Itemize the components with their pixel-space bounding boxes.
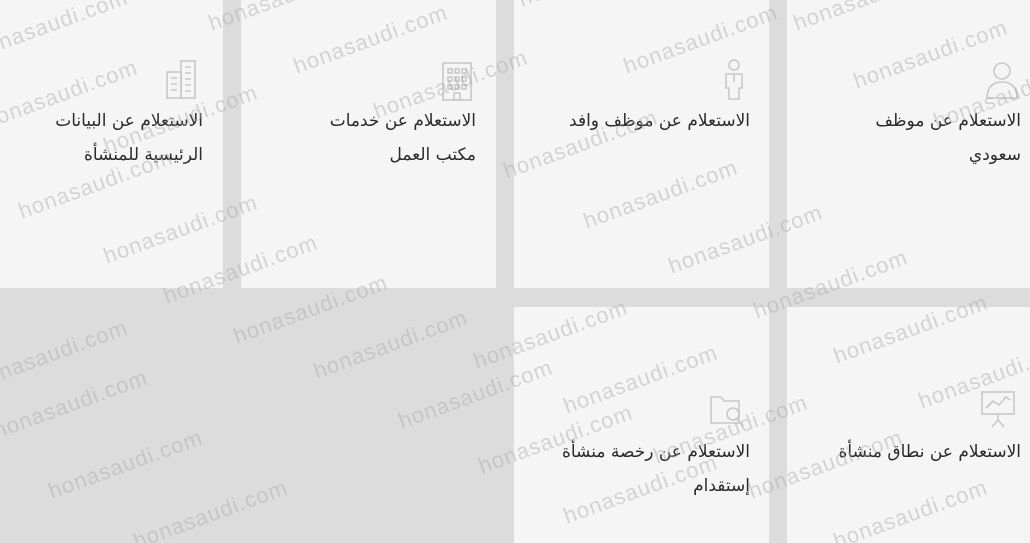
tile-label: الاستعلام عن خدمات مكتب العمل <box>329 111 476 165</box>
watermark: honasaudi.com <box>0 314 131 394</box>
tile-label: الاستعلام عن البيانات الرئيسية للمنشأة <box>55 111 203 165</box>
watermark: honasaudi.com <box>45 424 206 504</box>
tile-establishment-range-inquiry[interactable]: الاستعلام عن نطاق منشأة <box>787 307 1030 543</box>
watermark: honasaudi.com <box>130 474 291 543</box>
person-icon <box>984 58 1020 100</box>
tile-label: الاستعلام عن موظف وافد <box>569 111 750 131</box>
buildings-icon <box>163 58 199 100</box>
tile-saudi-employee-inquiry[interactable]: الاستعلام عن موظف سعودي <box>787 0 1030 288</box>
presentation-board-icon <box>980 387 1016 429</box>
tile-expat-employee-inquiry[interactable]: الاستعلام عن موظف وافد <box>514 0 769 288</box>
tile-label: الاستعلام عن رخصة منشأة إستقدام <box>561 442 750 496</box>
tile-label: الاستعلام عن موظف سعودي <box>875 111 1021 165</box>
watermark: honasaudi.com <box>310 304 471 384</box>
tile-labor-office-services-inquiry[interactable]: الاستعلام عن خدمات مكتب العمل <box>241 0 496 288</box>
office-building-icon <box>439 60 475 102</box>
folder-search-icon <box>709 387 745 429</box>
tile-label: الاستعلام عن نطاق منشأة <box>838 442 1022 462</box>
watermark: honasaudi.com <box>0 364 151 444</box>
tile-establishment-main-data-inquiry[interactable]: الاستعلام عن البيانات الرئيسية للمنشأة <box>0 0 223 288</box>
worker-icon <box>716 58 752 100</box>
tile-recruitment-license-inquiry[interactable]: الاستعلام عن رخصة منشأة إستقدام <box>514 307 769 543</box>
